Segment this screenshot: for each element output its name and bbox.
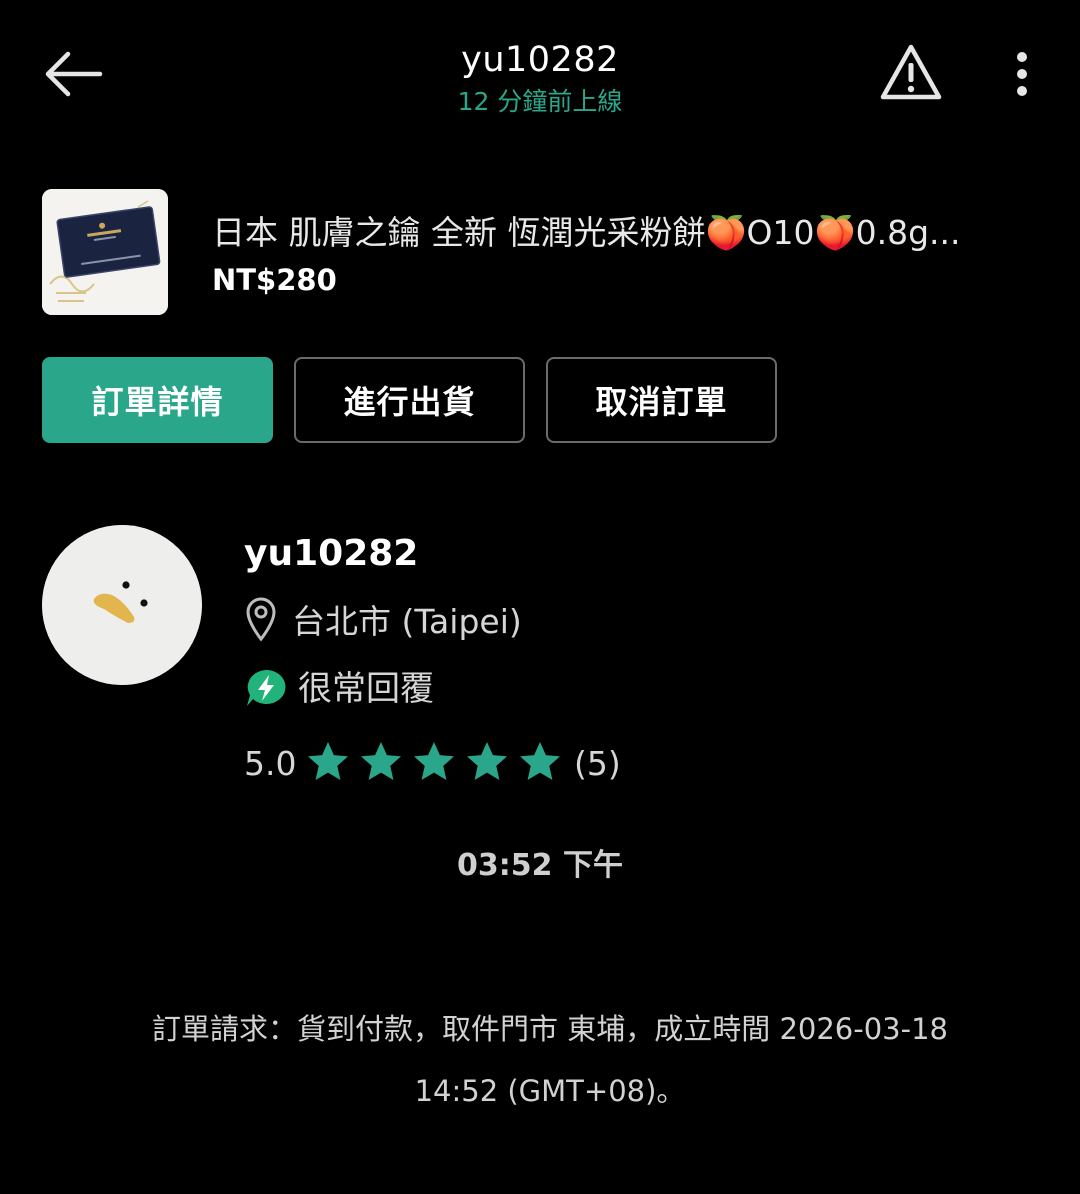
avatar[interactable] bbox=[42, 525, 202, 685]
cancel-order-button[interactable]: 取消訂單 bbox=[546, 357, 777, 443]
message-timestamp: 03:52 下午 bbox=[457, 848, 623, 883]
warning-triangle-icon bbox=[880, 44, 942, 100]
product-price: NT$280 bbox=[212, 263, 337, 297]
product-thumbnail[interactable] bbox=[42, 189, 168, 315]
arrow-left-icon bbox=[45, 51, 103, 97]
ship-order-label: 進行出貨 bbox=[343, 383, 476, 421]
chat-header: yu10282 12 分鐘前上線 bbox=[290, 38, 790, 118]
more-vertical-icon bbox=[1017, 52, 1027, 96]
rating-value: 5.0 bbox=[244, 744, 297, 783]
more-options-button[interactable] bbox=[1004, 48, 1040, 100]
cancel-order-label: 取消訂單 bbox=[595, 383, 728, 421]
lightning-bubble-icon bbox=[244, 668, 288, 708]
chat-screen: yu10282 12 分鐘前上線 日本 肌膚之鑰 全新 恆潤光采粉餅🍑O10🍑0… bbox=[0, 0, 1080, 1194]
chat-title: yu10282 bbox=[461, 40, 619, 80]
star-icon bbox=[361, 742, 401, 780]
location-pin-icon bbox=[244, 596, 278, 642]
system-message: 訂單請求：貨到付款，取件門市 東埔，成立時間 2026-03-18 14:52 … bbox=[152, 1012, 948, 1108]
order-details-button[interactable]: 訂單詳情 bbox=[42, 357, 273, 443]
product-title[interactable]: 日本 肌膚之鑰 全新 恆潤光采粉餅🍑O10🍑0.8g... bbox=[212, 210, 1042, 256]
rating-count[interactable]: (5) bbox=[574, 742, 621, 786]
rating-stars bbox=[306, 740, 562, 784]
online-status: 12 分鐘前上線 bbox=[457, 87, 623, 116]
ship-order-button[interactable]: 進行出貨 bbox=[294, 357, 525, 443]
star-icon bbox=[308, 742, 348, 780]
response-rate: 很常回覆 bbox=[298, 669, 434, 709]
order-details-label: 訂單詳情 bbox=[91, 383, 224, 421]
seller-name[interactable]: yu10282 bbox=[244, 532, 418, 576]
star-icon bbox=[520, 742, 560, 780]
report-button[interactable] bbox=[878, 42, 944, 104]
star-icon bbox=[467, 742, 507, 780]
seller-location: 台北市 (Taipei) bbox=[292, 602, 522, 641]
back-button[interactable] bbox=[38, 44, 108, 104]
star-icon bbox=[414, 742, 454, 780]
